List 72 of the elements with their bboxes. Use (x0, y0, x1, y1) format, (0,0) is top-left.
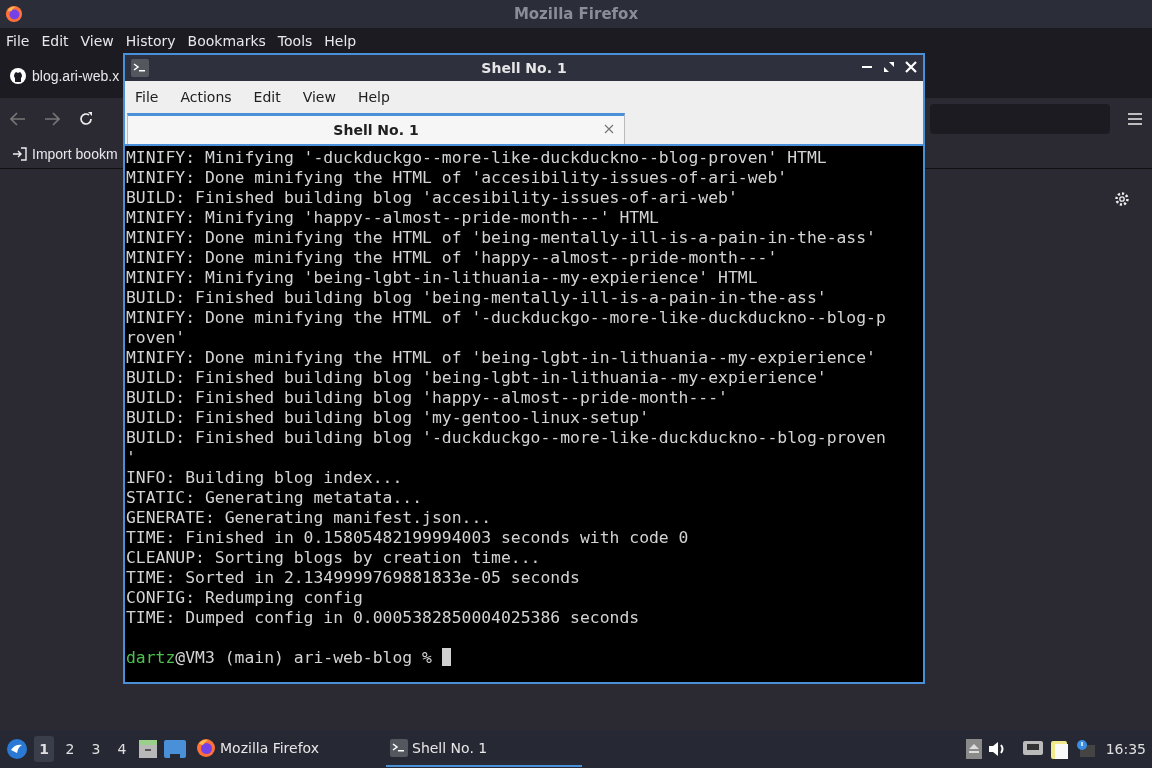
output-line: MINIFY: Minifying 'happy--almost--pride-month---' HTML (126, 208, 660, 228)
output-line: BUILD: Finished building blog '-duckduckgo--more-like-duckduckno--blog-proven (126, 428, 887, 448)
forward-arrow-icon[interactable] (44, 112, 60, 126)
close-tab-icon[interactable] (604, 124, 614, 134)
prompt-user: dartz (126, 648, 176, 667)
menu-item[interactable]: Tools (273, 33, 317, 49)
menu-item[interactable]: Actions (180, 88, 232, 105)
terminal-icon (390, 739, 408, 757)
reload-icon[interactable] (78, 111, 94, 127)
task-button[interactable]: Shell No. 1 (386, 731, 582, 767)
menu-item[interactable]: Edit (253, 88, 281, 105)
start-menu-icon[interactable] (6, 738, 28, 760)
output-line: CLEANUP: Sorting blogs by creation time... (126, 548, 542, 568)
output-line: BUILD: Finished building blog 'accesibility-issues-of-ari-web' (126, 188, 739, 208)
prompt-text: @VM3 (main) ari-web-blog % (175, 648, 432, 667)
back-arrow-icon[interactable] (10, 112, 26, 126)
bookmark-link[interactable]: Import bookm (32, 146, 118, 162)
tab-title: blog.ari-web.x (32, 68, 120, 84)
import-icon (12, 146, 28, 162)
window-title: Shell No. 1 (481, 60, 567, 76)
output-line: BUILD: Finished building blog 'being-lgbt-in-lithuania--my-expierience' (126, 368, 828, 388)
output-line: MINIFY: Done minifying the HTML of 'being-mentally-ill-is-a-pain-in-the-ass' (126, 228, 877, 248)
output-line: BUILD: Finished building blog 'happy--almost--pride-month---' (126, 388, 729, 408)
output-line: MINIFY: Minifying 'being-lgbt-in-lithuania--my-expierience' HTML (126, 268, 759, 288)
clock: 16:35 (1105, 741, 1146, 757)
workspace-button[interactable]: 4 (112, 736, 132, 762)
close-icon[interactable] (905, 61, 917, 73)
menu-item[interactable]: Bookmarks (183, 33, 270, 49)
output-line: ' (126, 448, 137, 468)
output-line: TIME: Dumped config in 0.0005382850004025386 seconds (126, 608, 641, 628)
firefox-icon (5, 5, 23, 23)
menu-item[interactable]: File (2, 33, 34, 49)
output-line: TIME: Sorted in 2.1349999769881833e-05 seconds (126, 568, 581, 588)
output-line: MINIFY: Done minifying the HTML of 'being-lgbt-in-lithuania--my-expierience' (126, 348, 877, 368)
output-line: MINIFY: Done minifying the HTML of 'accesibility-issues-of-ari-web' (126, 168, 789, 188)
workspace-button[interactable]: 1 (34, 736, 54, 762)
output-line: INFO: Building blog index... (126, 468, 404, 488)
workspace-button[interactable]: 3 (86, 736, 106, 762)
output-line: MINIFY: Done minifying the HTML of '-duckduckgo--more-like-duckduckno--blog-p (126, 308, 887, 328)
menu-item[interactable]: View (76, 33, 118, 49)
file-cabinet-icon[interactable] (138, 739, 158, 759)
output-line: BUILD: Finished building blog 'being-mentally-ill-is-a-pain-in-the-ass' (126, 288, 828, 308)
window-title: Mozilla Firefox (513, 5, 639, 23)
output-line: TIME: Finished in 0.15805482199994003 seconds with code 0 (126, 528, 690, 548)
settings-icon[interactable] (1114, 191, 1130, 207)
firefox-icon (196, 738, 216, 758)
cursor (441, 648, 451, 666)
terminal-tab[interactable]: Shell No. 1 (127, 113, 625, 144)
output-line: MINIFY: Minifying '-duckduckgo--more-like-duckduckno--blog-proven' HTML (126, 148, 828, 168)
output-line: BUILD: Finished building blog 'my-gentoo-linux-setup' (126, 408, 650, 428)
workspace-button[interactable]: 2 (60, 736, 80, 762)
output-line: CONFIG: Redumping config (126, 588, 364, 608)
menu-item[interactable]: View (302, 88, 336, 105)
menu-item[interactable]: History (121, 33, 180, 49)
output-line: roven' (126, 328, 187, 348)
window-icon[interactable] (164, 740, 186, 758)
output-line: STATIC: Generating metatata... (126, 488, 424, 508)
output-line: MINIFY: Done minifying the HTML of 'happy--almost--pride-month---' (126, 248, 779, 268)
eject-icon[interactable] (965, 739, 982, 759)
network-icon[interactable] (1021, 740, 1044, 758)
notification-icon[interactable] (1075, 739, 1096, 759)
maximize-icon[interactable] (883, 61, 895, 73)
menu-item[interactable]: Help (357, 88, 390, 105)
terminal-icon (131, 59, 149, 77)
menu-item[interactable]: File (135, 88, 159, 105)
menu-item[interactable]: Edit (37, 33, 73, 49)
task-button[interactable]: Mozilla Firefox (192, 731, 372, 767)
menu-item[interactable]: Help (320, 33, 361, 49)
menu-icon[interactable] (1128, 113, 1142, 125)
clipboard-icon[interactable] (1049, 738, 1070, 760)
browser-tab[interactable]: blog.ari-web.x (10, 68, 120, 84)
output-line: GENERATE: Generating manifest.json... (126, 508, 493, 528)
